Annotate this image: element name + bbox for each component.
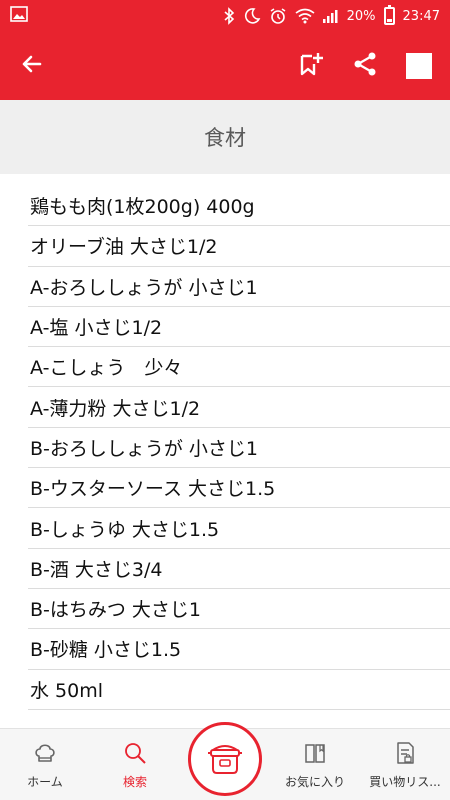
ingredient-item: A-おろししょうが 小さじ1 — [28, 267, 450, 307]
section-title: 食材 — [204, 126, 246, 150]
square-icon — [406, 53, 432, 79]
clock-time: 23:47 — [402, 8, 440, 24]
cooker-center-button[interactable] — [188, 722, 262, 796]
share-icon — [352, 51, 378, 81]
ingredient-item: A-塩 小さじ1/2 — [28, 307, 450, 348]
cooking-mode-button[interactable] — [406, 53, 432, 79]
ingredient-list: 鶏もも肉(1枚200g) 400g オリーブ油 大さじ1/2 A-おろししょうが… — [0, 186, 450, 710]
status-bar: 20% 23:47 — [0, 0, 450, 32]
bookmark-add-icon — [298, 51, 324, 81]
ingredient-item: オリーブ油 大さじ1/2 — [28, 226, 450, 267]
ingredient-item: B-しょうゆ 大さじ1.5 — [28, 508, 450, 549]
nav-search-label: 検索 — [122, 774, 147, 789]
nav-favorites-label: お気に入り — [284, 774, 345, 789]
shopping-list-icon — [393, 741, 417, 769]
recipe-book-icon — [303, 741, 327, 769]
ingredient-item: B-酒 大さじ3/4 — [28, 549, 450, 589]
nav-search[interactable]: 検索 — [90, 729, 180, 800]
pressure-cooker-icon — [204, 736, 246, 782]
bookmark-add-button[interactable] — [298, 51, 324, 81]
ingredient-item: B-はちみつ 大さじ1 — [28, 589, 450, 630]
ingredient-item: B-砂糖 小さじ1.5 — [28, 629, 450, 670]
ingredient-item: A-薄力粉 大さじ1/2 — [28, 387, 450, 428]
nav-favorites[interactable]: お気に入り — [270, 729, 360, 800]
bluetooth-icon — [223, 7, 235, 25]
nav-shopping-list[interactable]: 買い物リス... — [360, 729, 450, 800]
ingredient-item: B-おろししょうが 小さじ1 — [28, 428, 450, 469]
app-bar — [0, 32, 450, 100]
alarm-icon — [269, 7, 287, 25]
ingredient-item: A-こしょう 少々 — [28, 347, 450, 388]
chef-hat-icon — [33, 741, 57, 769]
back-button[interactable] — [20, 52, 44, 80]
ingredient-item: 水 50ml — [28, 670, 450, 710]
do-not-disturb-moon-icon — [243, 7, 261, 25]
battery-percent: 20% — [346, 8, 376, 24]
nav-home-label: ホーム — [27, 774, 63, 789]
nav-shopping-list-label: 買い物リス... — [369, 774, 441, 789]
ingredients-section-header: 食材 — [0, 100, 450, 174]
share-button[interactable] — [352, 51, 378, 81]
image-notification-icon — [10, 6, 28, 26]
search-icon — [123, 741, 147, 769]
signal-strength-icon — [322, 9, 339, 23]
ingredient-item: B-ウスターソース 大さじ1.5 — [28, 468, 450, 509]
battery-icon — [383, 5, 395, 25]
nav-home[interactable]: ホーム — [0, 729, 90, 800]
ingredient-item: 鶏もも肉(1枚200g) 400g — [28, 186, 450, 227]
wifi-icon — [295, 8, 315, 24]
back-arrow-icon — [20, 52, 44, 80]
